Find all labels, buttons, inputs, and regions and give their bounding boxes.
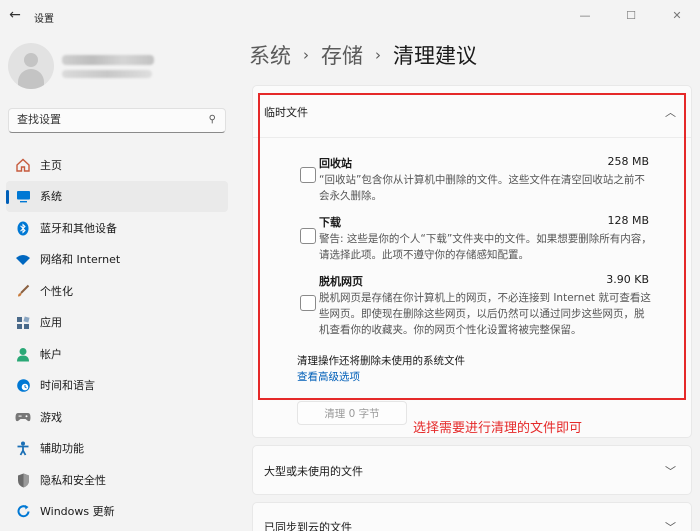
annotation-text: 选择需要进行清理的文件即可 (413, 421, 583, 436)
item-size: 3.90 KB (606, 273, 649, 286)
brush-icon (15, 283, 31, 299)
sidebar-item-label: 主页 (40, 158, 62, 172)
redacted-user-email (62, 70, 152, 78)
sidebar-item-apps[interactable]: 应用 (6, 307, 228, 339)
breadcrumb-system[interactable]: 系统 (249, 40, 291, 70)
avatar-head-shape (24, 53, 38, 67)
globe-clock-icon (15, 378, 31, 394)
gamepad-icon (15, 409, 31, 425)
breadcrumb: 系统 › 存储 › 清理建议 (249, 40, 477, 70)
sidebar-item-label: 帐户 (40, 347, 62, 361)
item-title: 下载 (319, 216, 341, 229)
item-description: 警告: 这些是你的个人“下载”文件夹中的文件。如果想要删除所有内容，请选择此项。… (319, 233, 652, 261)
sidebar-item-privacy-security[interactable]: 隐私和安全性 (6, 464, 228, 496)
advanced-options-link[interactable]: 查看高级选项 (297, 369, 360, 384)
cleanup-note: 清理操作还将删除未使用的系统文件 (297, 355, 465, 367)
page-title: 清理建议 (393, 44, 477, 68)
search-box[interactable]: ⚲ (8, 108, 226, 133)
maximize-button[interactable]: ☐ (608, 0, 654, 30)
cloud-files-header[interactable]: 已同步到云的文件 (264, 519, 352, 531)
shield-icon (15, 472, 31, 488)
item-size: 258 MB (607, 155, 649, 168)
sidebar-item-bluetooth[interactable]: 蓝牙和其他设备 (6, 212, 228, 244)
accessibility-icon (15, 441, 31, 457)
sidebar-item-accessibility[interactable]: 辅助功能 (6, 433, 228, 465)
sidebar-item-network[interactable]: 网络和 Internet (6, 244, 228, 276)
card-divider (253, 137, 691, 138)
temp-files-header[interactable]: 临时文件 (264, 104, 308, 120)
bluetooth-icon (15, 220, 31, 236)
item-description: “回收站”包含你从计算机中删除的文件。这些文件在清空回收站之前不会永久删除。 (319, 174, 645, 202)
downloads-checkbox[interactable] (300, 228, 316, 244)
search-icon[interactable]: ⚲ (209, 114, 216, 125)
apps-icon (15, 315, 31, 331)
recycle-bin-checkbox[interactable] (300, 167, 316, 183)
monitor-icon (15, 189, 31, 205)
search-input[interactable] (17, 113, 197, 126)
sidebar-item-gaming[interactable]: 游戏 (6, 401, 228, 433)
sidebar-item-label: 隐私和安全性 (40, 473, 106, 487)
sidebar-item-personalization[interactable]: 个性化 (6, 275, 228, 307)
breadcrumb-storage[interactable]: 存储 (321, 40, 363, 70)
minimize-button[interactable]: — (562, 0, 608, 30)
sidebar-item-label: 辅助功能 (40, 442, 84, 456)
title-bar: ← 设置 — ☐ ✕ (0, 0, 700, 32)
sidebar-item-label: 蓝牙和其他设备 (40, 221, 117, 235)
back-arrow-icon[interactable]: ← (4, 4, 26, 26)
large-files-header[interactable]: 大型或未使用的文件 (264, 463, 363, 479)
redacted-user-name (62, 55, 154, 65)
chevron-right-icon: › (375, 46, 381, 64)
sidebar-item-label: 个性化 (40, 284, 73, 298)
avatar-body-shape (18, 69, 44, 89)
sidebar-item-system[interactable]: 系统 (6, 180, 228, 212)
sidebar-item-label: 应用 (40, 316, 62, 330)
window-controls: — ☐ ✕ (562, 0, 700, 30)
chevron-down-icon[interactable]: ﹀ (665, 519, 676, 531)
app-title: 设置 (34, 14, 54, 25)
windows-update-icon (15, 504, 31, 520)
sidebar-item-label: 网络和 Internet (40, 253, 121, 267)
chevron-right-icon: › (303, 46, 309, 64)
chevron-up-icon[interactable]: ︿ (665, 104, 676, 120)
close-button[interactable]: ✕ (654, 0, 700, 30)
item-size: 128 MB (607, 214, 649, 227)
home-icon (15, 157, 31, 173)
sidebar-item-label: Windows 更新 (40, 505, 115, 519)
item-title: 回收站 (319, 157, 352, 170)
sidebar-item-accounts[interactable]: 帐户 (6, 338, 228, 370)
downloads-item: 下载 128 MB 警告: 这些是你的个人“下载”文件夹中的文件。如果想要删除所… (319, 214, 653, 263)
sidebar-item-label: 时间和语言 (40, 379, 95, 393)
account-icon (15, 346, 31, 362)
item-description: 脱机网页是存储在你计算机上的网页，不必连接到 Internet 就可查看这些网页… (319, 292, 651, 336)
recycle-bin-item: 回收站 258 MB “回收站”包含你从计算机中删除的文件。这些文件在清空回收站… (319, 155, 653, 204)
wifi-icon (15, 252, 31, 268)
sidebar-item-label: 游戏 (40, 410, 62, 424)
chevron-down-icon[interactable]: ﹀ (665, 463, 676, 479)
offline-pages-item: 脱机网页 3.90 KB 脱机网页是存储在你计算机上的网页，不必连接到 Inte… (319, 273, 653, 338)
sidebar-item-home[interactable]: 主页 (6, 149, 228, 181)
item-title: 脱机网页 (319, 275, 363, 288)
sidebar-item-label: 系统 (40, 190, 62, 204)
sidebar-item-time-language[interactable]: 时间和语言 (6, 370, 228, 402)
offline-pages-checkbox[interactable] (300, 295, 316, 311)
sidebar-item-windows-update[interactable]: Windows 更新 (6, 496, 228, 528)
avatar[interactable] (8, 43, 54, 89)
clean-button[interactable]: 清理 0 字节 (297, 401, 407, 425)
sidebar-nav: 主页 系统 蓝牙和其他设备 网络和 Internet 个性化 应用 帐户 时间和… (6, 149, 228, 527)
